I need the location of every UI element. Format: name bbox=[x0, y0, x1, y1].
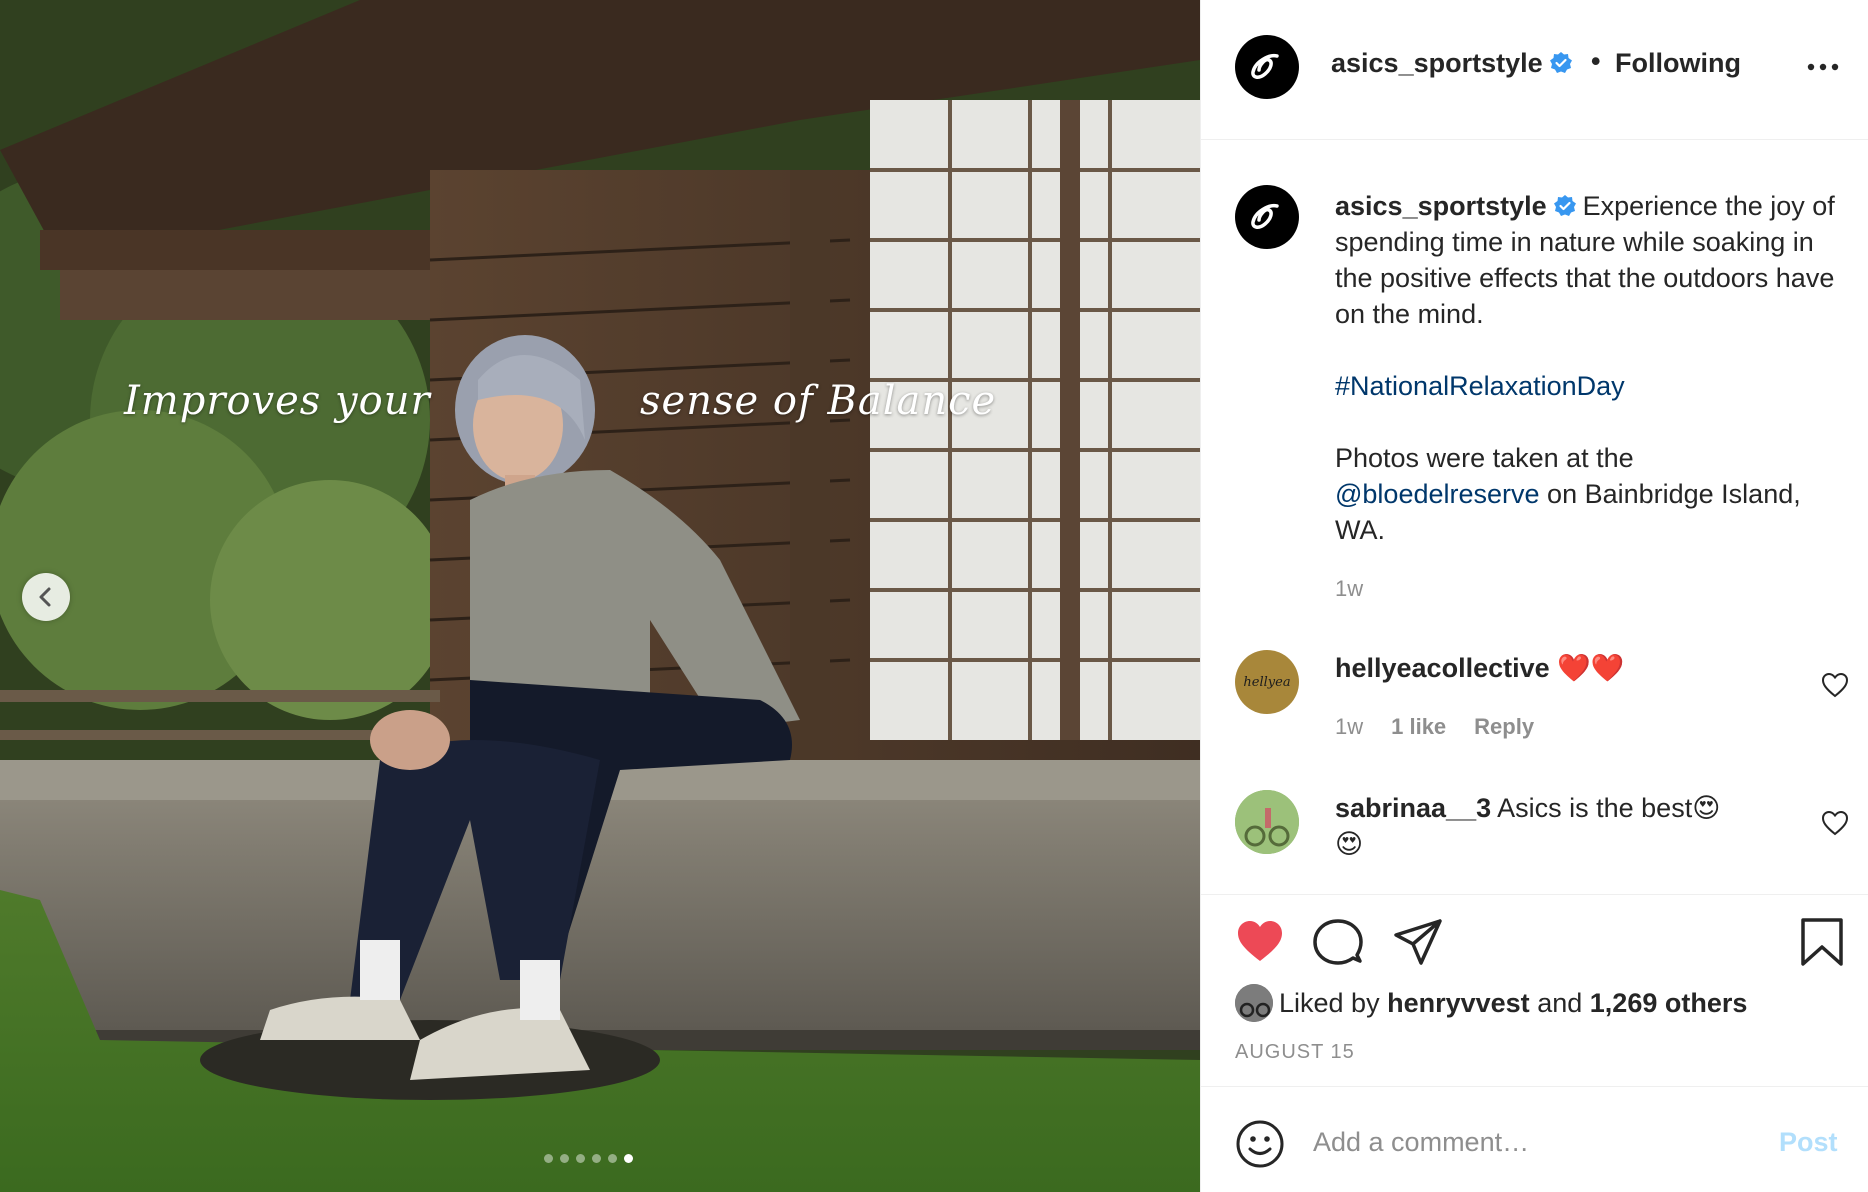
mention-link[interactable]: @bloedelreserve bbox=[1335, 479, 1540, 509]
likes-middle: and bbox=[1537, 987, 1583, 1018]
comment-body: ❤️❤️ bbox=[1557, 653, 1625, 683]
caption-username[interactable]: asics_sportstyle bbox=[1335, 191, 1547, 221]
comment-body: Asics is the best😍 bbox=[1497, 793, 1721, 823]
carousel-dot bbox=[608, 1154, 617, 1163]
comment-likes[interactable]: 1 like bbox=[1391, 714, 1446, 740]
save-bookmark-icon[interactable] bbox=[1797, 917, 1847, 967]
post-sidebar: asics_sportstyle • Following asics_sport… bbox=[1200, 0, 1868, 1192]
caption-hashtag-paragraph: #NationalRelaxationDay bbox=[1335, 368, 1845, 404]
asics-logo-icon bbox=[1251, 203, 1279, 229]
post-actions: Liked by henryvvest and 1,269 others AUG… bbox=[1201, 894, 1868, 1092]
post-date[interactable]: AUGUST 15 bbox=[1235, 1041, 1355, 1064]
comment-text: sabrinaa__3 Asics is the best😍 😍 bbox=[1335, 790, 1765, 862]
comment-like-heart-icon[interactable] bbox=[1821, 810, 1849, 836]
comment-username[interactable]: sabrinaa__3 bbox=[1335, 793, 1491, 823]
photo-overlay-left-text: Improves your bbox=[124, 378, 431, 424]
carousel-dot bbox=[592, 1154, 601, 1163]
carousel-dot bbox=[544, 1154, 553, 1163]
header-separator: • bbox=[1591, 46, 1601, 76]
liker-avatar[interactable] bbox=[1235, 984, 1273, 1022]
comment-like-heart-icon[interactable] bbox=[1821, 672, 1849, 698]
comment-reply-button[interactable]: Reply bbox=[1474, 714, 1534, 740]
post-photo[interactable]: Improves your sense of Balance bbox=[0, 0, 1200, 1192]
likes-others[interactable]: 1,269 others bbox=[1590, 988, 1748, 1019]
photo-overlay-right-text: sense of Balance bbox=[640, 378, 997, 424]
chevron-left-icon bbox=[39, 587, 51, 607]
verified-badge-icon bbox=[1549, 52, 1572, 73]
caption-paragraph: asics_sportstyle Experience the joy of sp… bbox=[1335, 188, 1845, 332]
author-avatar[interactable] bbox=[1235, 35, 1299, 99]
caption-timestamp[interactable]: 1w bbox=[1335, 576, 1363, 602]
share-icon[interactable] bbox=[1393, 917, 1443, 967]
carousel-indicator bbox=[544, 1154, 633, 1163]
post-caption: asics_sportstyle Experience the joy of sp… bbox=[1335, 188, 1845, 584]
commenter-avatar[interactable]: hellyea bbox=[1235, 650, 1299, 714]
caption-photos-prefix: Photos were taken at the bbox=[1335, 443, 1634, 473]
likes-user[interactable]: henryvvest bbox=[1387, 988, 1530, 1019]
photo-scene bbox=[0, 0, 1200, 1192]
post-comment-button[interactable]: Post bbox=[1779, 1127, 1838, 1158]
add-comment-input[interactable] bbox=[1313, 1117, 1743, 1167]
asics-logo-icon bbox=[1251, 53, 1279, 79]
post-header: asics_sportstyle • Following bbox=[1201, 0, 1868, 140]
carousel-dot bbox=[576, 1154, 585, 1163]
comment-meta: 1w 1 like Reply bbox=[1335, 714, 1534, 740]
like-heart-icon[interactable] bbox=[1235, 917, 1285, 967]
author-username-text[interactable]: asics_sportstyle bbox=[1331, 48, 1543, 78]
likes-summary: Liked by henryvvest and 1,269 others bbox=[1235, 983, 1747, 1023]
verified-badge-icon bbox=[1553, 195, 1576, 216]
commenter-avatar[interactable] bbox=[1235, 790, 1299, 854]
emoji-smiley-icon[interactable] bbox=[1235, 1119, 1285, 1169]
following-button[interactable]: Following bbox=[1615, 48, 1741, 79]
liker-photo-icon bbox=[1235, 984, 1273, 1022]
comment-icon[interactable] bbox=[1313, 917, 1363, 967]
comment-body-continued: 😍 bbox=[1335, 829, 1364, 859]
comment-time[interactable]: 1w bbox=[1335, 714, 1363, 740]
comment-username[interactable]: hellyeacollective bbox=[1335, 653, 1550, 683]
caption-author-avatar[interactable] bbox=[1235, 185, 1299, 249]
author-username[interactable]: asics_sportstyle bbox=[1331, 48, 1573, 79]
hashtag-link[interactable]: #NationalRelaxationDay bbox=[1335, 371, 1625, 401]
caption-location-paragraph: Photos were taken at the @bloedelreserve… bbox=[1335, 440, 1845, 548]
carousel-previous-button[interactable] bbox=[22, 573, 70, 621]
more-options-icon[interactable] bbox=[1805, 52, 1841, 82]
carousel-dot bbox=[560, 1154, 569, 1163]
commenter-photo-icon bbox=[1235, 790, 1299, 854]
carousel-dot-active bbox=[624, 1154, 633, 1163]
commenter-avatar-text: hellyea bbox=[1243, 674, 1291, 690]
comment-text: hellyeacollective ❤️❤️ bbox=[1335, 650, 1765, 686]
add-comment-bar: Post bbox=[1201, 1086, 1868, 1192]
likes-prefix: Liked by bbox=[1279, 987, 1380, 1018]
